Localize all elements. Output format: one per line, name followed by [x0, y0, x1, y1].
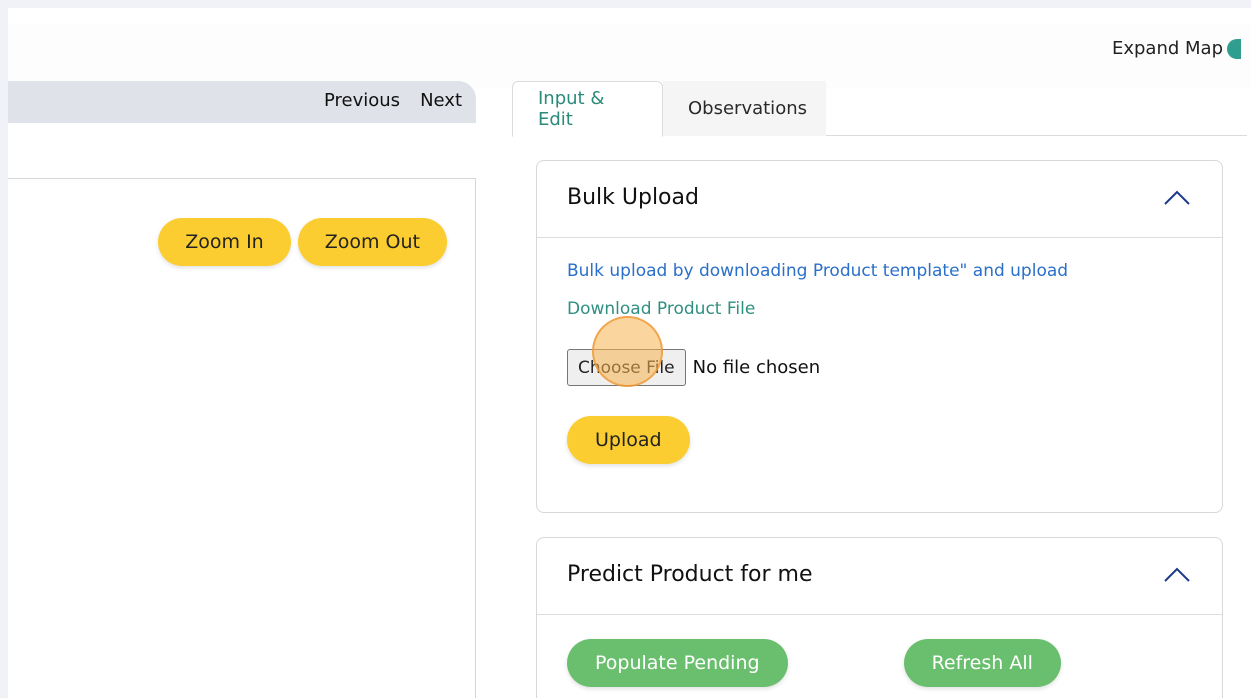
choose-file-button[interactable]: Choose File — [567, 349, 686, 386]
chevron-up-icon[interactable] — [1164, 566, 1190, 582]
zoom-controls: Zoom In Zoom Out — [158, 218, 447, 266]
expand-map-label: Expand Map — [1111, 38, 1223, 59]
tab-observations[interactable]: Observations — [663, 81, 826, 136]
record-navigation-bar: Previous Next — [8, 81, 476, 123]
file-status-text: No file chosen — [692, 357, 821, 378]
tab-bar: Input & Edit Observations — [512, 81, 1247, 137]
download-product-file-link[interactable]: Download Product File — [567, 299, 755, 319]
bulk-upload-instructions: Bulk upload by downloading Product templ… — [567, 261, 1069, 281]
refresh-all-button[interactable]: Refresh All — [903, 639, 1061, 687]
top-bar: Expand Map — [8, 24, 1251, 88]
expand-map-toggle[interactable]: Expand Map — [1112, 38, 1241, 59]
chevron-up-icon[interactable] — [1164, 189, 1190, 205]
upload-button[interactable]: Upload — [567, 416, 690, 464]
bulk-upload-header[interactable]: Bulk Upload — [537, 161, 1222, 238]
zoom-in-button[interactable]: Zoom In — [158, 218, 291, 266]
predict-product-title: Predict Product for me — [567, 562, 813, 587]
predict-actions: Populate Pending Refresh All — [567, 639, 1061, 687]
map-panel[interactable]: Zoom In Zoom Out — [8, 178, 476, 698]
next-button[interactable]: Next — [420, 90, 462, 111]
predict-product-header[interactable]: Predict Product for me — [537, 538, 1222, 615]
populate-pending-button[interactable]: Populate Pending — [567, 639, 788, 687]
file-input: Choose File No file chosen — [567, 349, 820, 386]
app-window: Expand Map Previous Next Zoom In Zoom Ou… — [8, 8, 1251, 698]
predict-product-card: Predict Product for me Populate Pending … — [536, 537, 1223, 698]
zoom-out-button[interactable]: Zoom Out — [297, 218, 447, 266]
bulk-upload-card: Bulk Upload Bulk upload by downloading P… — [536, 160, 1223, 513]
tab-input-edit[interactable]: Input & Edit — [512, 81, 663, 137]
toggle-switch-icon[interactable] — [1227, 38, 1241, 59]
bulk-upload-title: Bulk Upload — [567, 185, 699, 210]
previous-button[interactable]: Previous — [324, 90, 400, 111]
